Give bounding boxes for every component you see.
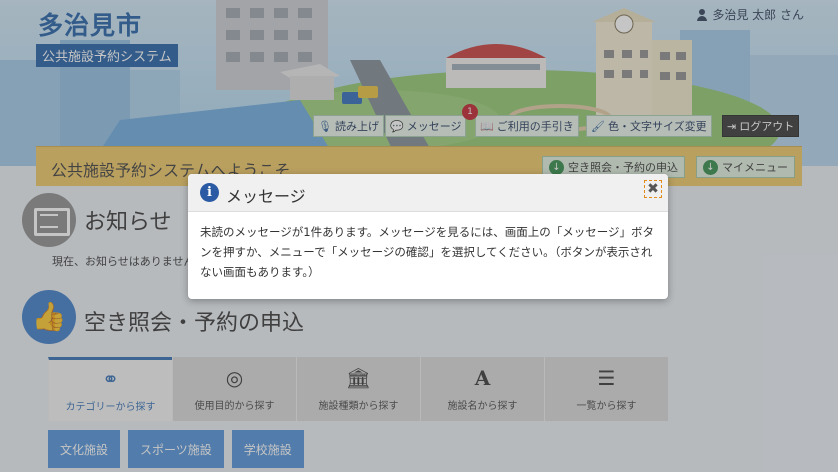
message-dialog: i メッセージ ✖ 未読のメッセージが1件あります。メッセージを見るには、画面上… [188,174,668,299]
close-icon[interactable]: ✖ [644,180,662,198]
dialog-header: i メッセージ ✖ [188,174,668,212]
info-icon: i [200,183,219,202]
dialog-title: メッセージ [226,187,306,206]
dialog-message: 未読のメッセージが1件あります。メッセージを見るには、画面上の「メッセージ」ボタ… [200,225,654,279]
